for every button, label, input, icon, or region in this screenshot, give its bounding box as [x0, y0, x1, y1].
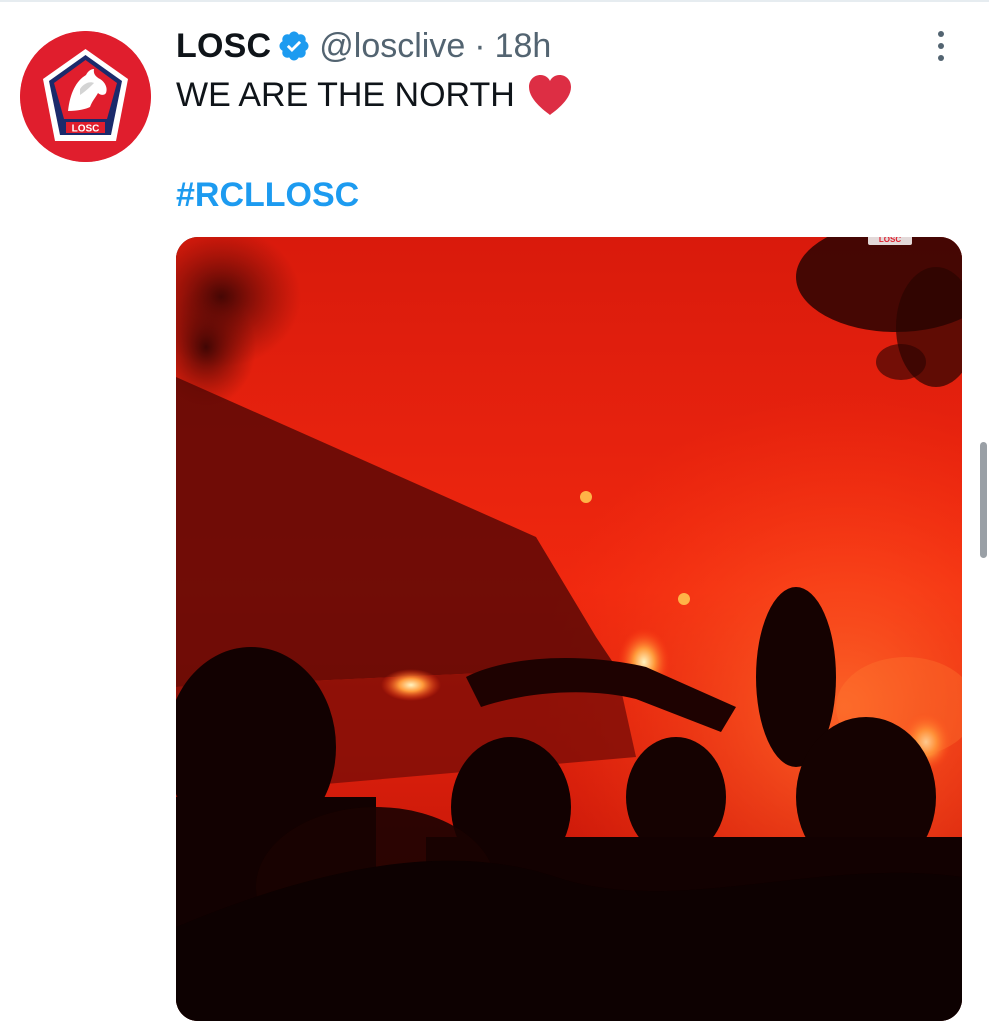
verified-badge-icon: [277, 29, 311, 63]
tweet-header: LOSC @losclive · 18h: [176, 24, 551, 68]
divider: [0, 0, 989, 2]
media-corner-badge: LOSC: [879, 237, 901, 244]
media-image: LOSC: [176, 237, 962, 1021]
user-handle[interactable]: @losclive: [319, 27, 465, 66]
tweet-text-content: WE ARE THE NORTH: [176, 75, 515, 114]
tweet-media[interactable]: LOSC: [176, 237, 962, 1021]
separator-dot: ·: [474, 26, 486, 65]
more-options-icon[interactable]: [926, 26, 956, 66]
timestamp[interactable]: 18h: [495, 27, 552, 66]
hashtag-link[interactable]: #RCLLOSC: [176, 176, 359, 215]
red-heart-emoji-icon: [527, 74, 573, 116]
display-name[interactable]: LOSC: [176, 27, 271, 66]
avatar[interactable]: LOSC: [20, 31, 151, 162]
avatar-logo-text: LOSC: [72, 124, 100, 135]
tweet-screen: LOSC LOSC @losclive · 18h WE ARE THE NOR…: [0, 0, 989, 1024]
scrollbar[interactable]: [980, 442, 987, 558]
tweet-text: WE ARE THE NORTH: [176, 74, 573, 116]
losc-logo-icon: LOSC: [20, 31, 151, 162]
